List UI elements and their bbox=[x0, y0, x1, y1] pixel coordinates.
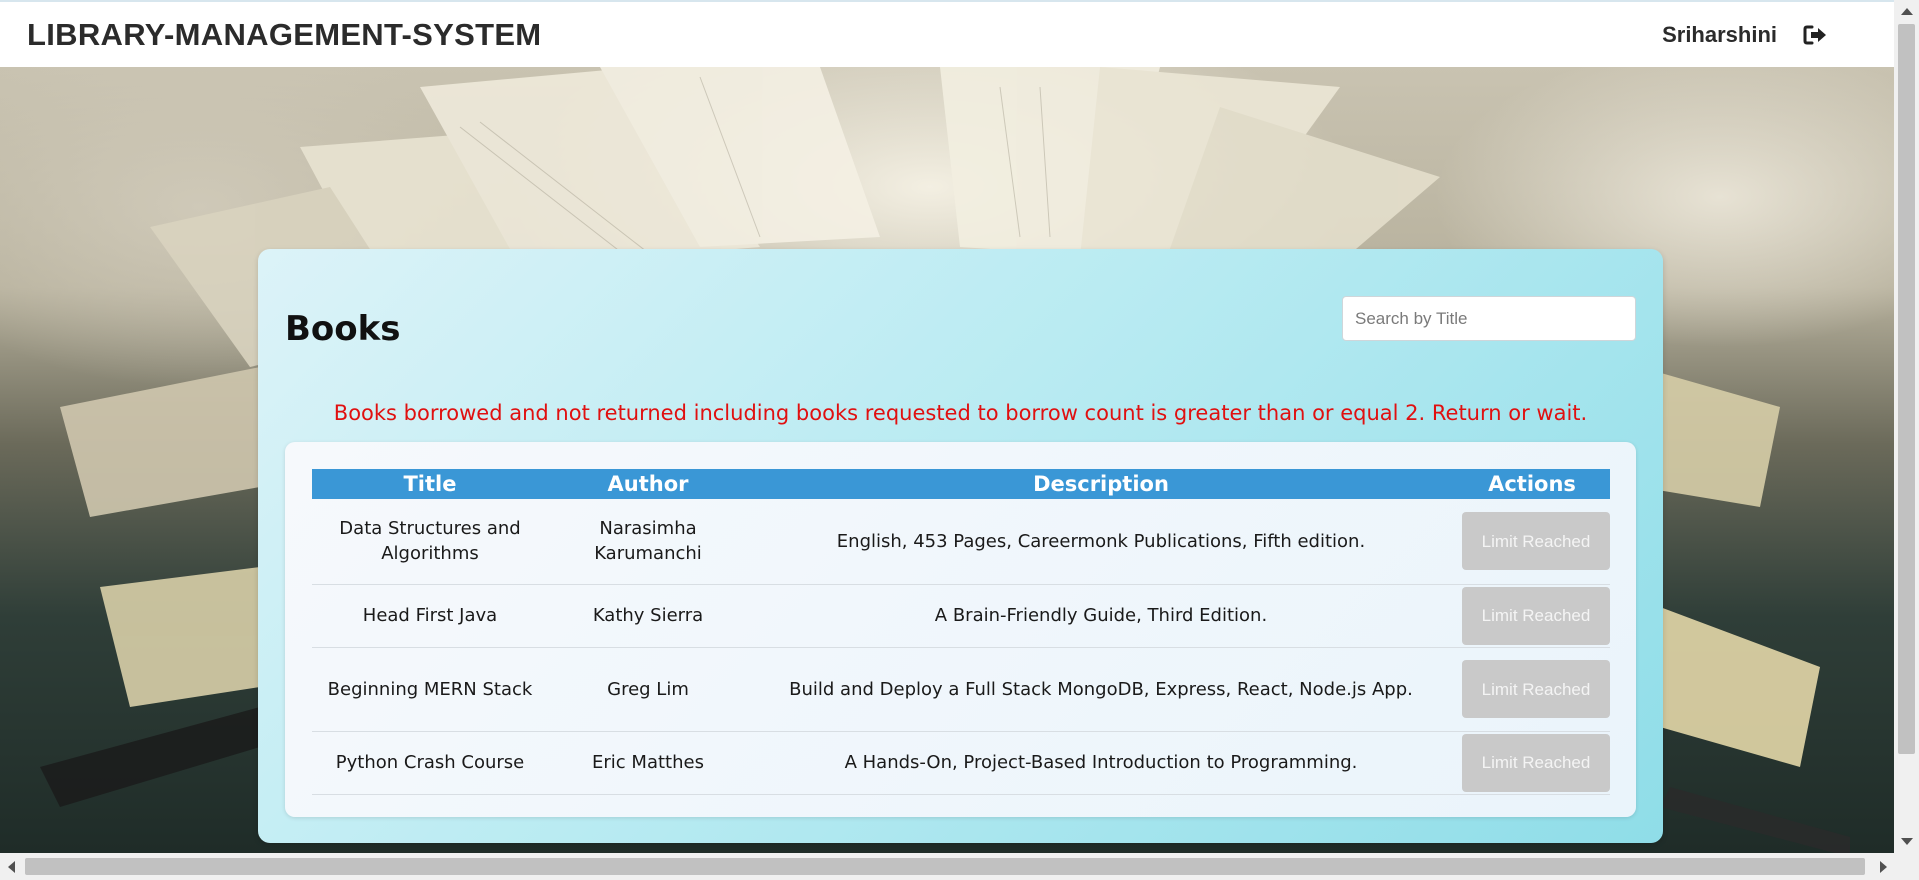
username-label: Sriharshini bbox=[1662, 21, 1777, 47]
limit-reached-button[interactable]: Limit Reached bbox=[1462, 733, 1610, 792]
vertical-scrollbar[interactable] bbox=[1894, 0, 1919, 853]
book-title-cell: Head First Java bbox=[312, 584, 548, 648]
vertical-scroll-thumb[interactable] bbox=[1898, 24, 1915, 754]
limit-reached-button[interactable]: Limit Reached bbox=[1462, 660, 1610, 718]
book-author-cell: Eric Matthes bbox=[548, 731, 748, 795]
scroll-down-arrow-icon[interactable] bbox=[1901, 838, 1913, 845]
book-description-cell: A Brain-Friendly Guide, Third Edition. bbox=[748, 584, 1454, 648]
book-description-cell: A Hands-On, Project-Based Introduction t… bbox=[748, 731, 1454, 795]
scroll-right-arrow-icon[interactable] bbox=[1880, 861, 1887, 873]
book-author-cell: Narasimha Karumanchi bbox=[548, 499, 748, 585]
book-description-cell: Build and Deploy a Full Stack MongoDB, E… bbox=[748, 647, 1454, 732]
borrow-limit-warning: Books borrowed and not returned includin… bbox=[333, 401, 1588, 425]
table-row: Head First Java Kathy Sierra A Brain-Fri… bbox=[312, 584, 1610, 648]
limit-reached-button[interactable]: Limit Reached bbox=[1462, 586, 1610, 645]
limit-reached-button[interactable]: Limit Reached bbox=[1462, 512, 1610, 571]
column-header-actions: Actions bbox=[1488, 472, 1576, 496]
book-actions-cell: Limit Reached bbox=[1454, 731, 1610, 795]
top-navbar: LIBRARY-MANAGEMENT-SYSTEM Sriharshini bbox=[0, 0, 1894, 67]
book-actions-cell: Limit Reached bbox=[1454, 584, 1610, 648]
table-header-row: Title Author Description Actions bbox=[312, 469, 1610, 499]
book-actions-cell: Limit Reached bbox=[1454, 647, 1610, 732]
book-author-cell: Kathy Sierra bbox=[548, 584, 748, 648]
column-header-description: Description bbox=[1033, 472, 1169, 496]
book-description-cell: English, 453 Pages, Careermonk Publicati… bbox=[748, 499, 1454, 585]
table-row: Python Crash Course Eric Matthes A Hands… bbox=[312, 731, 1610, 795]
search-input[interactable] bbox=[1342, 296, 1636, 341]
horizontal-scrollbar[interactable] bbox=[0, 853, 1919, 880]
book-title-cell: Python Crash Course bbox=[312, 731, 548, 795]
logout-icon[interactable] bbox=[1803, 24, 1829, 46]
user-area: Sriharshini bbox=[1662, 22, 1829, 48]
scroll-left-arrow-icon[interactable] bbox=[8, 861, 15, 873]
table-row: Data Structures and Algorithms Narasimha… bbox=[312, 499, 1610, 585]
scroll-up-arrow-icon[interactable] bbox=[1901, 8, 1913, 15]
table-row: Beginning MERN Stack Greg Lim Build and … bbox=[312, 647, 1610, 732]
horizontal-scroll-thumb[interactable] bbox=[25, 858, 1865, 875]
page-title: Books bbox=[285, 309, 401, 349]
book-author-cell: Greg Lim bbox=[548, 647, 748, 732]
book-actions-cell: Limit Reached bbox=[1454, 499, 1610, 585]
column-header-title: Title bbox=[403, 472, 457, 496]
app-brand-title[interactable]: LIBRARY-MANAGEMENT-SYSTEM bbox=[27, 17, 541, 53]
books-table-card: Title Author Description Actions Data St… bbox=[285, 442, 1636, 817]
book-title-cell: Data Structures and Algorithms bbox=[312, 499, 548, 585]
books-panel: Books Books borrowed and not returned in… bbox=[258, 249, 1663, 843]
column-header-author: Author bbox=[607, 472, 689, 496]
books-table: Title Author Description Actions Data St… bbox=[312, 469, 1610, 795]
book-title-cell: Beginning MERN Stack bbox=[312, 647, 548, 732]
